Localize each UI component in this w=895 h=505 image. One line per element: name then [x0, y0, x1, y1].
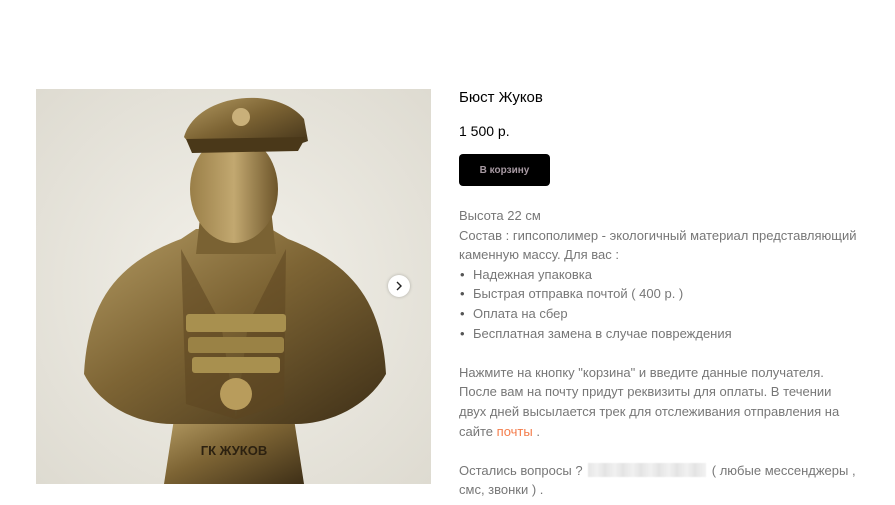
- product-title: Бюст Жуков: [459, 89, 543, 106]
- add-to-cart-button[interactable]: В корзину: [459, 154, 550, 186]
- list-item: Быстрая отправка почтой ( 400 р. ): [460, 284, 859, 304]
- product-price: 1 500 р.: [459, 123, 510, 139]
- list-item: Оплата на сбер: [460, 304, 859, 324]
- post-tracking-link[interactable]: почты: [497, 424, 533, 439]
- bronze-bust-photo: [36, 89, 431, 484]
- product-main-image[interactable]: [36, 89, 431, 484]
- gallery-next-button[interactable]: [388, 275, 410, 297]
- redacted-contact: [588, 462, 707, 477]
- list-item: Надежная упаковка: [460, 265, 859, 285]
- list-item: Бесплатная замена в случае повреждения: [460, 324, 859, 344]
- benefits-list: Надежная упаковка Быстрая отправка почто…: [459, 265, 859, 343]
- composition-text: Состав : гипсополимер - экологичный мате…: [459, 227, 857, 263]
- chevron-right-icon: [396, 281, 402, 291]
- questions-text: Остались вопросы ? ( любые мессенджеры ,…: [459, 462, 856, 498]
- product-gallery: [36, 89, 431, 484]
- instructions-text: Нажмите на кнопку "корзина" и введите да…: [459, 364, 840, 439]
- product-description: Высота 22 см Состав : гипсополимер - эко…: [459, 206, 859, 500]
- height-text: Высота 22 см: [459, 208, 541, 223]
- product-info: Бюст Жуков 1 500 р. В корзину Высота 22 …: [459, 88, 859, 497]
